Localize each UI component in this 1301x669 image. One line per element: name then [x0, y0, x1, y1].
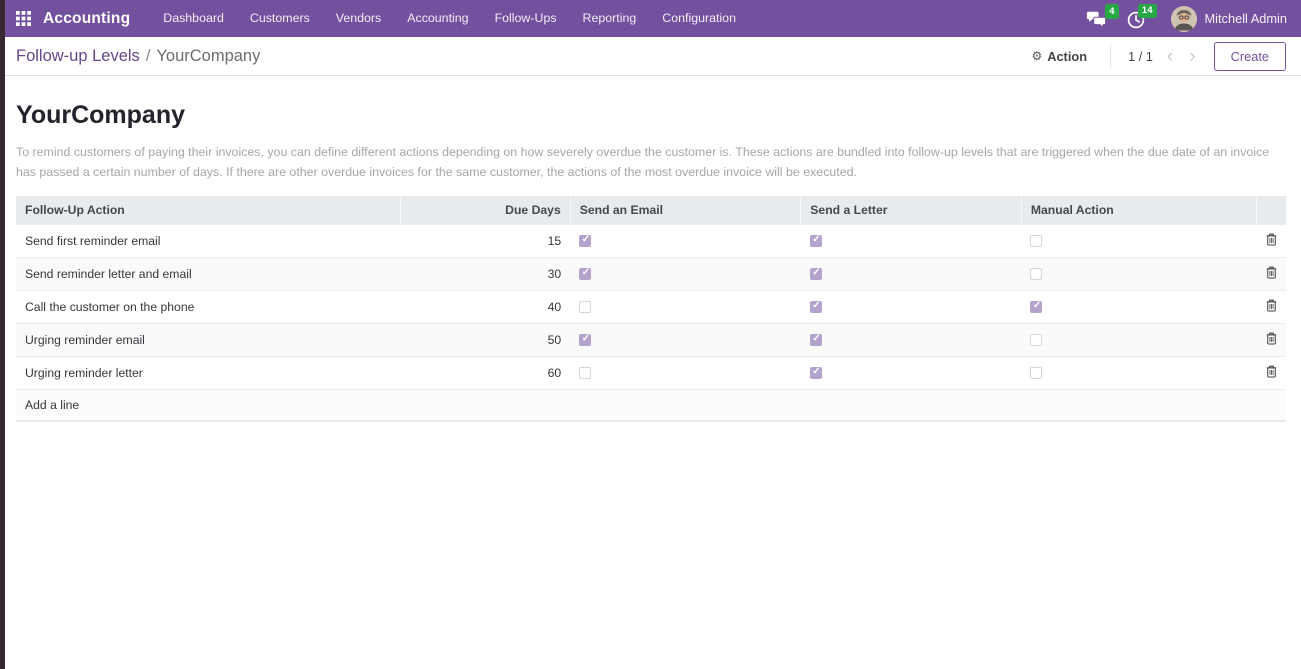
- table-row: Send reminder letter and email 30: [16, 257, 1286, 290]
- delete-row-button[interactable]: [1266, 233, 1277, 246]
- user-avatar: [1171, 6, 1197, 32]
- header-due-days: Due Days: [401, 196, 571, 225]
- header-manual-action: Manual Action: [1021, 196, 1257, 225]
- nav-menu: Dashboard Customers Vendors Accounting F…: [150, 0, 749, 37]
- apps-grid-icon[interactable]: [16, 11, 31, 26]
- topbar-right: 4 14 Mitchell Admin: [1086, 6, 1288, 32]
- row-action-cell[interactable]: Send reminder letter and email: [16, 257, 401, 290]
- create-button[interactable]: Create: [1214, 42, 1286, 71]
- send-letter-checkbox[interactable]: [810, 268, 822, 280]
- manual-action-checkbox[interactable]: [1030, 301, 1042, 313]
- window-left-edge: [0, 0, 5, 669]
- nav-item-customers[interactable]: Customers: [237, 0, 323, 37]
- send-letter-checkbox[interactable]: [810, 235, 822, 247]
- header-send-letter: Send a Letter: [801, 196, 1022, 225]
- send-email-checkbox[interactable]: [579, 367, 591, 379]
- send-letter-checkbox[interactable]: [810, 301, 822, 313]
- top-navbar: Accounting Dashboard Customers Vendors A…: [0, 0, 1301, 37]
- trash-icon: [1266, 299, 1277, 312]
- chat-bubbles-icon: [1086, 11, 1107, 28]
- page-description: To remind customers of paying their invo…: [16, 143, 1274, 183]
- gear-icon: ⚙: [1031, 49, 1042, 63]
- app-name[interactable]: Accounting: [43, 10, 130, 28]
- followup-table-body: Send first reminder email 15 Send remind…: [16, 224, 1286, 389]
- breadcrumb: Follow-up Levels / YourCompany: [16, 47, 260, 66]
- send-email-checkbox[interactable]: [579, 334, 591, 346]
- pager-count: 1 / 1: [1128, 49, 1153, 64]
- send-email-checkbox[interactable]: [579, 301, 591, 313]
- control-panel-right: ⚙ Action 1 / 1 ‹ › Create: [1025, 42, 1286, 71]
- manual-action-checkbox[interactable]: [1030, 268, 1042, 280]
- add-line-row: Add a line: [16, 389, 1286, 421]
- trash-icon: [1266, 233, 1277, 246]
- trash-icon: [1266, 266, 1277, 279]
- trash-icon: [1266, 365, 1277, 378]
- trash-icon: [1266, 332, 1277, 345]
- breadcrumb-current: YourCompany: [156, 47, 260, 66]
- nav-item-vendors[interactable]: Vendors: [323, 0, 394, 37]
- send-letter-checkbox[interactable]: [810, 334, 822, 346]
- row-action-cell[interactable]: Call the customer on the phone: [16, 290, 401, 323]
- row-due-days-cell[interactable]: 60: [401, 356, 571, 389]
- delete-row-button[interactable]: [1266, 299, 1277, 312]
- delete-row-button[interactable]: [1266, 365, 1277, 378]
- chevron-right-icon: ›: [1189, 46, 1195, 67]
- table-header: Follow-Up Action Due Days Send an Email …: [16, 196, 1286, 225]
- messages-badge: 4: [1105, 4, 1118, 19]
- row-due-days-cell[interactable]: 30: [401, 257, 571, 290]
- row-due-days-cell[interactable]: 50: [401, 323, 571, 356]
- send-letter-checkbox[interactable]: [810, 367, 822, 379]
- user-menu[interactable]: Mitchell Admin: [1171, 6, 1288, 32]
- manual-action-checkbox[interactable]: [1030, 367, 1042, 379]
- action-menu-button[interactable]: ⚙ Action: [1025, 45, 1093, 68]
- pager-next-button[interactable]: ›: [1187, 47, 1197, 66]
- manual-action-checkbox[interactable]: [1030, 235, 1042, 247]
- header-followup-action: Follow-Up Action: [16, 196, 401, 225]
- manual-action-checkbox[interactable]: [1030, 334, 1042, 346]
- breadcrumb-parent-link[interactable]: Follow-up Levels: [16, 47, 140, 66]
- nav-item-configuration[interactable]: Configuration: [649, 0, 749, 37]
- page-title: YourCompany: [16, 101, 1286, 130]
- nav-item-accounting[interactable]: Accounting: [394, 0, 481, 37]
- delete-row-button[interactable]: [1266, 266, 1277, 279]
- nav-item-dashboard[interactable]: Dashboard: [150, 0, 237, 37]
- table-row: Send first reminder email 15: [16, 224, 1286, 257]
- followup-levels-table: Follow-Up Action Due Days Send an Email …: [16, 196, 1286, 422]
- table-row: Urging reminder letter 60: [16, 356, 1286, 389]
- nav-item-reporting[interactable]: Reporting: [570, 0, 650, 37]
- table-row: Call the customer on the phone 40: [16, 290, 1286, 323]
- row-action-cell[interactable]: Send first reminder email: [16, 224, 401, 257]
- row-action-cell[interactable]: Urging reminder letter: [16, 356, 401, 389]
- activities-button[interactable]: 14: [1127, 9, 1145, 29]
- row-due-days-cell[interactable]: 40: [401, 290, 571, 323]
- send-email-checkbox[interactable]: [579, 268, 591, 280]
- chevron-left-icon: ‹: [1167, 46, 1173, 67]
- nav-item-follow-ups[interactable]: Follow-Ups: [482, 0, 570, 37]
- row-action-cell[interactable]: Urging reminder email: [16, 323, 401, 356]
- row-due-days-cell[interactable]: 15: [401, 224, 571, 257]
- pager: 1 / 1 ‹ ›: [1128, 47, 1198, 66]
- control-panel: Follow-up Levels / YourCompany ⚙ Action …: [0, 37, 1301, 76]
- action-menu-label: Action: [1047, 49, 1087, 64]
- header-delete-column: [1257, 196, 1286, 225]
- messages-button[interactable]: 4: [1086, 9, 1107, 28]
- user-name: Mitchell Admin: [1205, 11, 1288, 26]
- divider: [1110, 45, 1111, 68]
- send-email-checkbox[interactable]: [579, 235, 591, 247]
- pager-previous-button[interactable]: ‹: [1165, 47, 1175, 66]
- form-view: YourCompany To remind customers of payin…: [0, 76, 1301, 422]
- header-send-email: Send an Email: [570, 196, 801, 225]
- add-line-link[interactable]: Add a line: [16, 389, 1286, 421]
- breadcrumb-separator: /: [146, 47, 151, 66]
- table-row: Urging reminder email 50: [16, 323, 1286, 356]
- delete-row-button[interactable]: [1266, 332, 1277, 345]
- activities-badge: 14: [1138, 4, 1157, 19]
